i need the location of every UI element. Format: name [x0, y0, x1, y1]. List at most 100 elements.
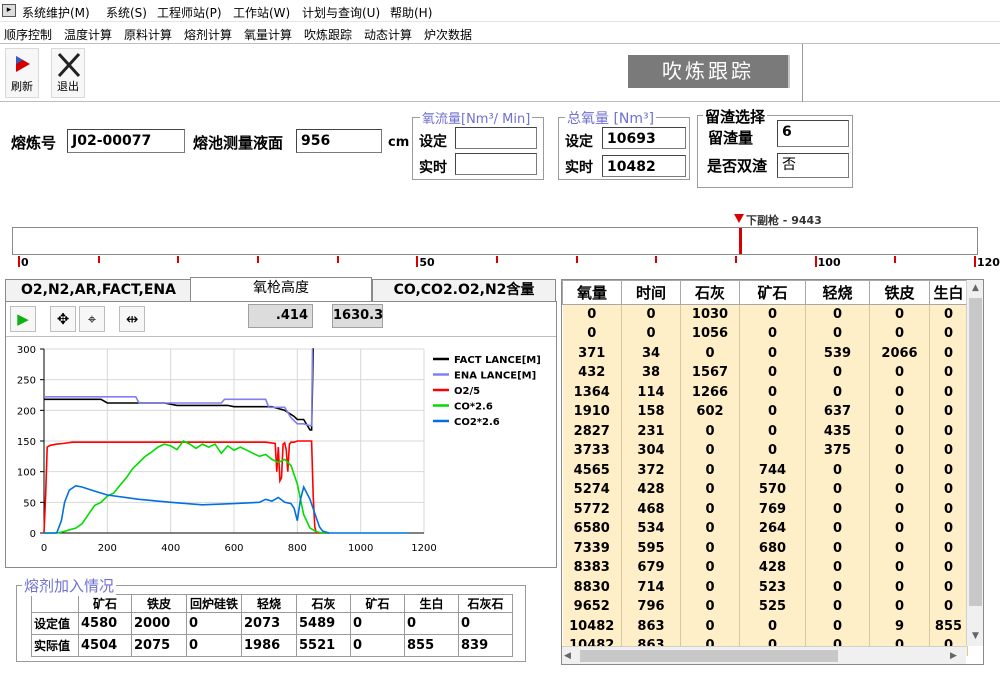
scroll-thumb[interactable]: [969, 298, 982, 606]
grid-cell: 0: [739, 343, 806, 363]
table-row[interactable]: 10482 863 0 0 0 9 855: [562, 616, 968, 636]
total-oxygen-actual-field[interactable]: 10482: [602, 155, 686, 177]
slag-amount-field[interactable]: 6: [777, 120, 849, 147]
table-row[interactable]: 6580 534 0 264 0 0 0: [562, 519, 968, 539]
menu-workstation[interactable]: 工作站(W): [233, 4, 290, 21]
table-row[interactable]: 432 38 1567 0 0 0 0: [562, 363, 968, 383]
tab-lance-height[interactable]: 氧枪高度: [190, 277, 372, 302]
table-row[interactable]: 371 34 0 0 539 2066 0: [562, 343, 968, 363]
grid-cell: 0: [869, 538, 930, 558]
lance-marker-label: 下副枪 - 9443: [745, 214, 822, 227]
grid-cell: 0: [805, 363, 870, 383]
grid-cell: 0: [805, 324, 870, 344]
table-row[interactable]: 3733 304 0 0 375 0 0: [562, 441, 968, 461]
pan-button[interactable]: ✥: [50, 306, 76, 332]
table-row[interactable]: 2827 231 0 0 435 0 0: [562, 421, 968, 441]
grid-cell: 432: [562, 363, 622, 383]
grid-cell: 0: [929, 421, 968, 441]
tab-temperature-calc[interactable]: 温度计算: [64, 26, 112, 43]
table-row[interactable]: 4565 372 0 744 0 0 0: [562, 460, 968, 480]
table-row[interactable]: 8830 714 0 523 0 0 0: [562, 577, 968, 597]
table-row[interactable]: 1364 114 1266 0 0 0 0: [562, 382, 968, 402]
grid-cell: 2827: [562, 421, 622, 441]
grid-column-header[interactable]: 氧量: [562, 280, 622, 305]
grid-column-header[interactable]: 石灰: [680, 280, 740, 305]
oxygen-flow-set-field[interactable]: [455, 127, 537, 149]
table-row[interactable]: 5772 468 0 769 0 0 0: [562, 499, 968, 519]
menu-plan-query[interactable]: 计划与查询(U): [302, 4, 380, 21]
oxygen-flow-actual-field[interactable]: [455, 153, 537, 175]
zoom-button[interactable]: ⌖: [79, 306, 105, 332]
double-slag-field[interactable]: 否: [777, 153, 849, 178]
grid-cell: 534: [621, 519, 681, 539]
tab-sequence-control[interactable]: 顺序控制: [4, 26, 52, 43]
grid-cell: 10482: [562, 616, 622, 636]
heat-number-field[interactable]: J02-00077: [67, 129, 185, 153]
total-oxygen-set-field[interactable]: 10693: [602, 127, 686, 149]
scroll-down-icon[interactable]: ▼: [968, 628, 983, 644]
tab-dynamic-calc[interactable]: 动态计算: [364, 26, 412, 43]
grid-cell: 0: [869, 441, 930, 461]
page-title: 吹炼跟踪: [628, 55, 790, 88]
series-line-1: [44, 348, 314, 427]
flux-column-header: 矿石: [78, 594, 132, 613]
grid-column-header[interactable]: 铁皮: [869, 280, 930, 305]
grid-cell: 0: [929, 597, 968, 617]
tab-gas-content[interactable]: CO,CO2.O2,N2含量: [372, 279, 556, 301]
grid-cell: 0: [805, 480, 870, 500]
grid-cell: 637: [805, 402, 870, 422]
table-row[interactable]: 0 0 1056 0 0 0 0: [562, 324, 968, 344]
ruler-label: 50: [419, 256, 435, 269]
app-icon[interactable]: ▸: [2, 4, 16, 17]
scroll-left-icon[interactable]: ◀: [564, 649, 578, 663]
ruler-tick: [655, 256, 658, 263]
grid-cell: 34: [621, 343, 681, 363]
bath-level-label: 熔池测量液面: [193, 134, 284, 152]
grid-cell: 0: [929, 363, 968, 383]
bath-level-field[interactable]: 956: [296, 129, 382, 153]
table-row[interactable]: 0 0 1030 0 0 0 0: [562, 304, 968, 324]
grid-cell: 0: [680, 499, 740, 519]
table-row[interactable]: 1910 158 602 0 637 0 0: [562, 402, 968, 422]
legend-label: O2/5: [454, 386, 480, 397]
menu-bar: ▸ 系统维护(M) 系统(S) 工程师站(P) 工作站(W) 计划与查询(U) …: [0, 0, 1000, 22]
grid-cell: 0: [739, 324, 806, 344]
menu-system-maintenance[interactable]: 系统维护(M): [22, 4, 90, 21]
flux-column-header: 回炉硅铁: [186, 594, 242, 613]
grid-column-header[interactable]: 时间: [621, 280, 681, 305]
table-row[interactable]: 5274 428 0 570 0 0 0: [562, 480, 968, 500]
grid-column-header[interactable]: 轻烧: [805, 280, 870, 305]
menu-help[interactable]: 帮助(H): [390, 4, 432, 21]
tab-oxygen-calc[interactable]: 氧量计算: [244, 26, 292, 43]
slag-title: 留渣选择: [703, 106, 768, 127]
vertical-scrollbar[interactable]: ▲ ▼: [966, 280, 983, 646]
horizontal-scrollbar[interactable]: ◀ ▶: [562, 646, 966, 664]
exit-button[interactable]: 退出: [51, 48, 85, 98]
grid-column-header[interactable]: 生白: [929, 280, 968, 305]
tab-flux-calc[interactable]: 熔剂计算: [184, 26, 232, 43]
grid-column-header[interactable]: 矿石: [739, 280, 806, 305]
hscroll-thumb[interactable]: [580, 650, 838, 662]
refresh-button[interactable]: 刷新: [5, 48, 39, 98]
tab-blow-tracking[interactable]: 吹炼跟踪: [304, 26, 352, 43]
play-button[interactable]: ▶: [10, 306, 36, 332]
zoom-icon: ⌖: [87, 310, 97, 328]
y-tick-label: 0: [30, 529, 36, 540]
tab-heat-data[interactable]: 炉次数据: [424, 26, 472, 43]
grid-cell: 1910: [562, 402, 622, 422]
table-row[interactable]: 7339 595 0 680 0 0 0: [562, 538, 968, 558]
tab-material-calc[interactable]: 原料计算: [124, 26, 172, 43]
grid-cell: 0: [562, 324, 622, 344]
grid-cell: 714: [621, 577, 681, 597]
flux-cell: 0: [350, 634, 405, 657]
scroll-up-icon[interactable]: ▲: [968, 280, 983, 296]
tab-gas-flow[interactable]: O2,N2,AR,FACT,ENA: [5, 279, 192, 301]
flux-cell: 5521: [296, 634, 351, 657]
menu-system[interactable]: 系统(S): [106, 4, 147, 21]
flux-column-header: 轻烧: [241, 594, 297, 613]
scroll-right-icon[interactable]: ▶: [950, 649, 964, 663]
table-row[interactable]: 8383 679 0 428 0 0 0: [562, 558, 968, 578]
menu-engineer-station[interactable]: 工程师站(P): [157, 4, 222, 21]
fit-button[interactable]: ⇹: [119, 306, 145, 332]
table-row[interactable]: 9652 796 0 525 0 0 0: [562, 597, 968, 617]
